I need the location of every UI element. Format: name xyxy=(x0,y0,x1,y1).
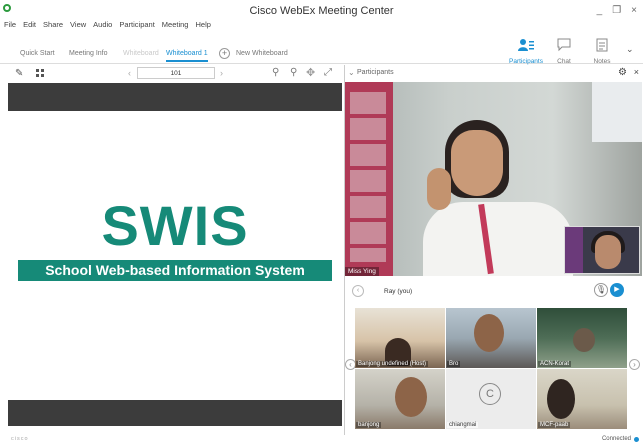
minimize-button[interactable]: _ xyxy=(597,5,603,16)
zoom-in-icon[interactable]: ⚲ xyxy=(272,67,279,78)
menu-edit[interactable]: Edit xyxy=(23,20,36,34)
new-whiteboard-button[interactable]: New Whiteboard xyxy=(236,50,288,57)
menu-help[interactable]: Help xyxy=(195,20,210,34)
whiteboard-canvas[interactable]: SWIS School Web-based Information System xyxy=(8,83,342,426)
page-number-field[interactable]: 101 xyxy=(137,67,215,79)
active-speaker-name: Ray (you) xyxy=(384,288,413,295)
speaker-bar: ‹ Ray (you) 🎙 ▶ xyxy=(345,277,642,307)
thumb-face xyxy=(547,379,575,419)
swis-banner: School Web-based Information System xyxy=(18,260,332,281)
participants-icon xyxy=(518,39,534,51)
maximize-button[interactable]: ❐ xyxy=(612,5,621,16)
participant-thumbnails: ‹ › Banjong undefined (Host) Bro ACN-Kor… xyxy=(345,307,642,435)
notes-button[interactable]: Notes xyxy=(582,36,622,65)
notes-icon xyxy=(596,38,608,52)
chat-button[interactable]: Chat xyxy=(544,36,584,65)
close-panel-icon[interactable]: × xyxy=(634,67,639,77)
whiteboard-bottom-band xyxy=(8,400,342,426)
menu-share[interactable]: Share xyxy=(43,20,63,34)
thumbnails-grid-icon[interactable] xyxy=(36,69,44,77)
tab-whiteboard-1[interactable]: Whiteboard 1 xyxy=(166,50,208,62)
participant-thumbnail[interactable]: Bro xyxy=(446,308,536,368)
more-chevron-down-icon[interactable]: ⌄ xyxy=(626,44,634,55)
participants-panel-header: ⌄ Participants ⚙ × xyxy=(345,65,643,82)
thumb-face xyxy=(395,377,427,417)
tab-quick-start[interactable]: Quick Start xyxy=(20,50,55,57)
participants-button[interactable]: Participants xyxy=(506,36,546,65)
person-hand xyxy=(427,168,451,210)
participant-thumbnail[interactable]: MCF-paab xyxy=(537,369,627,429)
video-window xyxy=(592,82,642,142)
person-face xyxy=(451,130,503,196)
participant-name: chiangmai xyxy=(447,422,479,428)
menu-view[interactable]: View xyxy=(70,20,86,34)
new-whiteboard-plus-icon[interactable]: + xyxy=(219,48,230,59)
window-controls: _ ❐ × xyxy=(597,5,637,16)
pan-icon[interactable]: ✥ xyxy=(306,66,315,79)
menu-bar: File Edit Share View Audio Participant M… xyxy=(0,20,211,34)
connection-indicator-icon xyxy=(634,437,639,442)
video-person xyxy=(423,120,573,276)
previous-page-button[interactable]: ‹ xyxy=(128,68,131,78)
gear-icon[interactable]: ⚙ xyxy=(618,67,627,78)
window-title: Cisco WebEx Meeting Center xyxy=(249,5,394,17)
thumb-face xyxy=(474,314,504,352)
panel-title: Participants xyxy=(357,69,394,76)
participant-thumbnail[interactable]: Banjong undefined (Host) xyxy=(355,308,445,368)
person-body xyxy=(423,202,573,276)
notes-label: Notes xyxy=(593,58,611,65)
participant-name: Bro xyxy=(447,361,461,367)
avatar: C xyxy=(479,383,501,405)
thumb-face xyxy=(573,328,595,352)
self-view-face xyxy=(595,235,621,269)
menu-audio[interactable]: Audio xyxy=(93,20,112,34)
self-view-video[interactable] xyxy=(564,226,640,274)
chat-label: Chat xyxy=(557,58,571,65)
whiteboard-toolbar: ✎ ‹ 101 › ⚲ ⚲ ✥ ⤢ xyxy=(0,65,344,82)
participant-name: banjong xyxy=(356,422,382,428)
menu-participant[interactable]: Participant xyxy=(119,20,154,34)
microphone-icon[interactable]: 🎙 xyxy=(594,283,608,297)
participant-name: Banjong undefined (Host) xyxy=(356,361,429,367)
cisco-logo: cisco xyxy=(11,436,29,442)
main-video-name: Miss Ying xyxy=(345,267,379,276)
tab-whiteboard[interactable]: Whiteboard xyxy=(123,50,159,57)
participant-thumbnail[interactable]: C chiangmai xyxy=(446,369,536,429)
close-window-button[interactable]: × xyxy=(631,5,637,16)
fullscreen-icon[interactable]: ⤢ xyxy=(324,67,332,78)
chat-icon xyxy=(557,38,571,52)
video-shelf xyxy=(345,82,393,276)
pencil-icon[interactable]: ✎ xyxy=(15,68,23,79)
menu-file[interactable]: File xyxy=(4,20,16,34)
tab-meeting-info[interactable]: Meeting Info xyxy=(69,50,108,57)
participant-name: MCF-paab xyxy=(538,422,571,428)
swis-logo: SWIS xyxy=(101,194,249,257)
menu-meeting[interactable]: Meeting xyxy=(162,20,189,34)
tab-bar: Quick Start Meeting Info Whiteboard Whit… xyxy=(0,36,643,65)
next-page-button[interactable]: › xyxy=(220,68,223,78)
collapse-chevron-icon[interactable]: ⌄ xyxy=(348,68,355,77)
connection-status: Connected xyxy=(601,436,631,442)
speaker-avatar-icon[interactable]: ‹ xyxy=(352,285,364,297)
video-camera-icon[interactable]: ▶ xyxy=(610,283,624,297)
participant-name: ACN-Korat xyxy=(538,361,572,367)
self-view-shelf xyxy=(565,227,583,273)
thumbs-next-button[interactable]: › xyxy=(629,359,640,370)
zoom-out-icon[interactable]: ⚲ xyxy=(290,67,297,78)
status-bar: cisco Connected xyxy=(0,435,643,445)
whiteboard-top-band xyxy=(8,83,342,111)
title-bar: Cisco WebEx Meeting Center _ ❐ × xyxy=(0,0,643,20)
participant-thumbnail[interactable]: ACN-Korat xyxy=(537,308,627,368)
participant-thumbnail[interactable]: banjong xyxy=(355,369,445,429)
participants-label: Participants xyxy=(509,58,543,65)
